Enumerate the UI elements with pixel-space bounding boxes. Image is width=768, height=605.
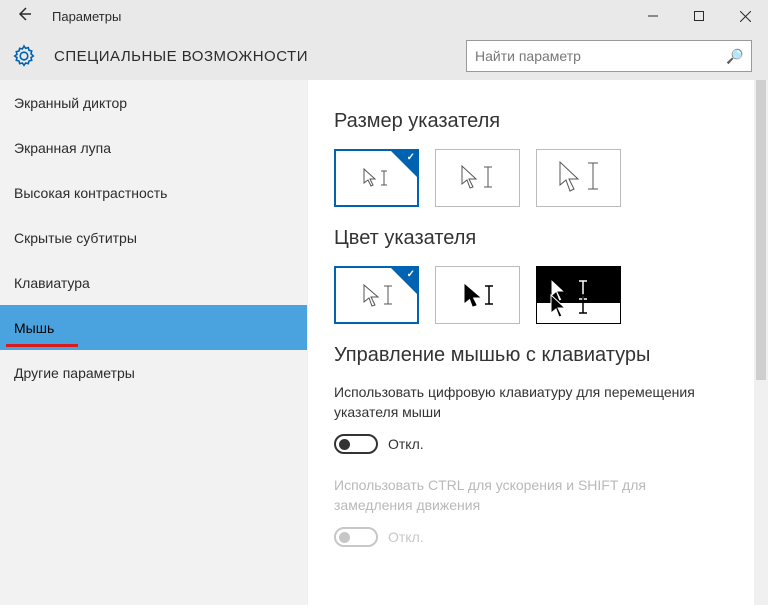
minimize-icon xyxy=(648,11,658,21)
cursor-small-icon xyxy=(358,165,396,191)
arrow-left-icon xyxy=(15,5,33,23)
close-icon xyxy=(740,11,751,22)
content: Размер указателя ✓ xyxy=(308,80,768,605)
check-icon: ✓ xyxy=(407,152,415,163)
pointer-size-medium[interactable] xyxy=(435,149,520,207)
search-box[interactable]: 🔍 xyxy=(466,40,752,72)
scrollbar-thumb[interactable] xyxy=(756,80,766,380)
sidebar-item-mouse[interactable]: Мышь xyxy=(0,305,307,350)
search-icon: 🔍 xyxy=(726,48,743,65)
pointer-size-row: ✓ xyxy=(334,149,768,207)
pointer-size-heading: Размер указателя xyxy=(334,110,768,133)
selection-underline xyxy=(6,344,78,347)
scrollbar[interactable] xyxy=(754,80,768,605)
sidebar-item-magnifier[interactable]: Экранная лупа xyxy=(0,125,307,170)
titlebar: Параметры xyxy=(0,0,768,32)
sidebar: Экранный диктор Экранная лупа Высокая ко… xyxy=(0,80,308,605)
check-icon: ✓ xyxy=(407,269,415,280)
mouse-keys-desc: Использовать цифровую клавиатуру для пер… xyxy=(334,383,714,422)
pointer-size-large[interactable] xyxy=(536,149,621,207)
sidebar-item-label: Мышь xyxy=(14,320,54,336)
maximize-icon xyxy=(694,11,704,21)
cursor-black-icon xyxy=(457,280,499,310)
sidebar-item-narrator[interactable]: Экранный диктор xyxy=(0,80,307,125)
sidebar-item-label: Другие параметры xyxy=(14,365,135,381)
sidebar-item-label: Клавиатура xyxy=(14,275,90,291)
pointer-color-black[interactable] xyxy=(435,266,520,324)
cursor-medium-icon xyxy=(454,162,502,194)
sidebar-item-label: Экранный диктор xyxy=(14,95,127,111)
ctrl-shift-toggle xyxy=(334,527,378,547)
sidebar-item-keyboard[interactable]: Клавиатура xyxy=(0,260,307,305)
window-title: Параметры xyxy=(48,9,121,24)
sidebar-item-label: Скрытые субтитры xyxy=(14,230,137,246)
page-title: СПЕЦИАЛЬНЫЕ ВОЗМОЖНОСТИ xyxy=(54,48,308,65)
gear-icon xyxy=(12,44,36,68)
ctrl-shift-desc: Использовать CTRL для ускорения и SHIFT … xyxy=(334,476,714,515)
mouse-keys-toggle[interactable] xyxy=(334,434,378,454)
sidebar-item-label: Высокая контрастность xyxy=(14,185,167,201)
pointer-size-small[interactable]: ✓ xyxy=(334,149,419,207)
maximize-button[interactable] xyxy=(676,0,722,32)
minimize-button[interactable] xyxy=(630,0,676,32)
mouse-keys-toggle-label: Откл. xyxy=(388,436,424,452)
mouse-keys-heading: Управление мышью с клавиатуры xyxy=(334,344,768,367)
pointer-color-inverted[interactable] xyxy=(536,266,621,324)
sidebar-item-other[interactable]: Другие параметры xyxy=(0,350,307,395)
pointer-color-white[interactable]: ✓ xyxy=(334,266,419,324)
close-button[interactable] xyxy=(722,0,768,32)
sidebar-item-closed-captions[interactable]: Скрытые субтитры xyxy=(0,215,307,260)
cursor-large-icon xyxy=(551,159,607,197)
sidebar-item-high-contrast[interactable]: Высокая контрастность xyxy=(0,170,307,215)
ctrl-shift-toggle-label: Откл. xyxy=(388,529,424,545)
pointer-color-row: ✓ xyxy=(334,266,768,324)
pointer-color-heading: Цвет указателя xyxy=(334,227,768,250)
header: СПЕЦИАЛЬНЫЕ ВОЗМОЖНОСТИ 🔍 xyxy=(0,32,768,80)
sidebar-item-label: Экранная лупа xyxy=(14,140,111,156)
cursor-inverted-icon xyxy=(547,275,609,319)
back-button[interactable] xyxy=(0,5,48,28)
search-input[interactable] xyxy=(475,48,726,64)
